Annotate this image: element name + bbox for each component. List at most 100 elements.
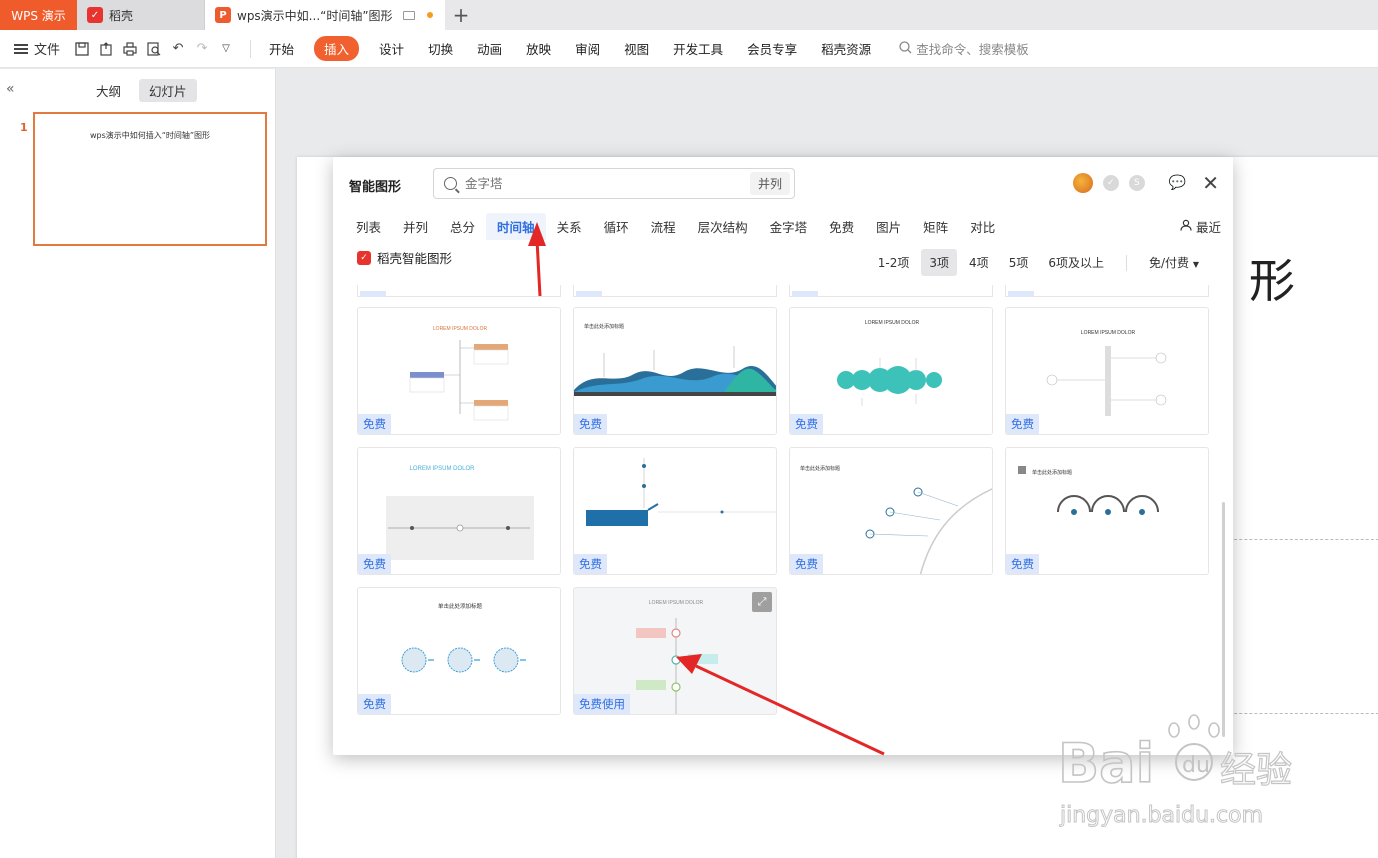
docer-logo-icon: ✓ [87, 7, 103, 23]
coin-badge-icon[interactable]: S [1128, 175, 1145, 191]
dialog-title: 智能图形 [349, 180, 402, 195]
dialog-scrollbar[interactable] [1222, 502, 1225, 737]
price-filter-dropdown[interactable]: 免/付费 ▼ [1141, 249, 1207, 276]
docer-logo-icon: ✓ [357, 250, 371, 265]
close-icon[interactable]: ✕ [1202, 173, 1219, 193]
undo-icon[interactable]: ↶ [170, 41, 186, 57]
card-heading: LOREM IPSUM DOLOR [649, 600, 704, 606]
template-card[interactable]: 单击此处添加标题 免费 [357, 587, 561, 715]
tab-docer[interactable]: ✓ 稻壳 [77, 0, 205, 30]
svg-text:经验: 经验 [1220, 750, 1292, 791]
template-card[interactable]: LOREM IPSUM DOLOR 免费 [357, 447, 561, 575]
tab-relationship[interactable]: 关系 [546, 213, 593, 240]
card-heading: LOREM IPSUM DOLOR [865, 320, 920, 326]
template-card[interactable]: LOREM IPSUM DOLOR 免费 [1005, 307, 1209, 435]
slides-panel: « 大纲 幻灯片 1 wps演示中如何插入“时间轴”图形 [0, 69, 276, 858]
tab-pyramid[interactable]: 金字塔 [759, 213, 819, 240]
menu-slideshow[interactable]: 放映 [526, 39, 551, 58]
tab-list[interactable]: 列表 [345, 213, 392, 240]
file-menu-button[interactable]: 文件 [14, 39, 60, 58]
collapse-panel-icon[interactable]: « [6, 81, 15, 97]
free-badge: 免费 [1006, 414, 1039, 434]
filter-1-2[interactable]: 1-2项 [870, 249, 918, 276]
tab-document[interactable]: P wps演示中如...“时间轴”图形 [205, 0, 445, 30]
svg-text:Bai: Bai [1058, 732, 1154, 795]
filter-4[interactable]: 4项 [961, 249, 997, 276]
tab-free[interactable]: 免费 [818, 213, 865, 240]
save-icon[interactable] [74, 41, 90, 57]
template-card-partial[interactable] [1005, 285, 1209, 297]
menu-member[interactable]: 会员专享 [747, 39, 797, 58]
tab-outline[interactable]: 大纲 [86, 79, 131, 102]
tab-picture[interactable]: 图片 [865, 213, 912, 240]
card-heading: 单击此处添加标题 [800, 465, 840, 472]
redo-icon[interactable]: ↷ [194, 41, 210, 57]
free-badge: 免费 [574, 554, 607, 574]
tab-slides[interactable]: 幻灯片 [139, 79, 197, 102]
free-badge: 免费 [790, 414, 823, 434]
template-card[interactable]: LOREM IPSUM DOLOR 免费 [789, 307, 993, 435]
free-badge: 免费 [358, 554, 391, 574]
menu-review[interactable]: 审阅 [575, 39, 600, 58]
brand-text: 稻壳智能图形 [377, 251, 453, 266]
print-preview-icon[interactable] [146, 41, 162, 57]
avatar[interactable] [1072, 173, 1093, 193]
menu-home[interactable]: 开始 [269, 39, 294, 58]
tab-bar: WPS 演示 ✓ 稻壳 P wps演示中如...“时间轴”图形 + [0, 0, 1378, 30]
template-card-partial[interactable] [357, 285, 561, 297]
svg-text:du: du [1182, 753, 1210, 778]
print-icon[interactable] [122, 41, 138, 57]
template-card[interactable]: 单击此处添加标题 免费 [789, 447, 993, 575]
card-heading: LOREM IPSUM DOLOR [409, 466, 475, 472]
feedback-icon[interactable]: 💬 [1169, 175, 1186, 191]
menu-design[interactable]: 设计 [379, 39, 404, 58]
dialog-header-actions: ✓ S 💬 ✕ [1072, 173, 1219, 193]
tab-matrix[interactable]: 矩阵 [912, 213, 959, 240]
svg-text:jingyan.baidu.com: jingyan.baidu.com [1059, 803, 1263, 828]
menu-docer-resources[interactable]: 稻壳资源 [821, 39, 871, 58]
tab-comparison[interactable]: 对比 [959, 213, 1006, 240]
graphic-search-box[interactable]: 并列 [433, 168, 795, 199]
app-tab[interactable]: WPS 演示 [0, 0, 77, 30]
command-search[interactable]: 查找命令、搜索模板 [899, 39, 1029, 58]
baidu-jingyan-watermark: Bai du 经验 jingyan.baidu.com [1057, 710, 1358, 830]
menu-view[interactable]: 视图 [624, 39, 649, 58]
menu-animations[interactable]: 动画 [477, 39, 502, 58]
template-card-partial[interactable] [573, 285, 777, 297]
tab-parallel[interactable]: 并列 [392, 213, 439, 240]
brand-label: ✓ 稻壳智能图形 [357, 248, 452, 267]
graphic-search-input[interactable] [465, 176, 750, 191]
export-icon[interactable] [98, 41, 114, 57]
template-card[interactable]: LOREM IPSUM DOLOR 免费 [357, 307, 561, 435]
expand-preview-icon[interactable]: ⤢ [752, 592, 772, 612]
template-card[interactable]: 单击此处添加标题 免费 [1005, 447, 1209, 575]
card-heading: LOREM IPSUM DOLOR [433, 326, 488, 332]
monitor-icon[interactable] [402, 10, 415, 20]
chevron-down-icon[interactable]: ▽ [218, 41, 234, 57]
tab-hierarchy[interactable]: 层次结构 [687, 213, 759, 240]
new-tab-button[interactable]: + [445, 0, 477, 30]
free-badge: 免费 [574, 414, 607, 434]
filter-5[interactable]: 5项 [1001, 249, 1037, 276]
template-card[interactable]: 免费 [573, 447, 777, 575]
slide-thumbnail[interactable]: wps演示中如何插入“时间轴”图形 [33, 112, 267, 246]
search-icon [444, 177, 457, 190]
search-suggestion-tag[interactable]: 并列 [749, 172, 790, 195]
recent-button[interactable]: 最近 [1180, 217, 1221, 236]
tab-process[interactable]: 流程 [640, 213, 687, 240]
menu-insert[interactable]: 插入 [314, 36, 360, 61]
template-card-hovered[interactable]: LOREM IPSUM DOLOR ⤢ 免费使用 [573, 587, 777, 715]
template-card-partial[interactable] [789, 285, 993, 297]
template-card[interactable]: 单击此处添加标题 免费 [573, 307, 777, 435]
menu-transitions[interactable]: 切换 [428, 39, 453, 58]
filter-3[interactable]: 3项 [921, 249, 958, 276]
menu-developer[interactable]: 开发工具 [673, 39, 723, 58]
recent-label: 最近 [1195, 220, 1221, 235]
filter-6-plus[interactable]: 6项及以上 [1040, 249, 1112, 276]
smart-graphics-dialog: 智能图形 并列 ✓ S 💬 ✕ 列表 并列 总分 时间轴 关系 循环 流程 层次… [333, 157, 1233, 755]
tab-cycle[interactable]: 循环 [593, 213, 640, 240]
tab-hierarchy-summary[interactable]: 总分 [439, 213, 486, 240]
panel-view-tabs: 大纲 幻灯片 [86, 79, 197, 102]
tab-timeline[interactable]: 时间轴 [486, 213, 546, 240]
member-badge-icon[interactable]: ✓ [1102, 175, 1119, 191]
